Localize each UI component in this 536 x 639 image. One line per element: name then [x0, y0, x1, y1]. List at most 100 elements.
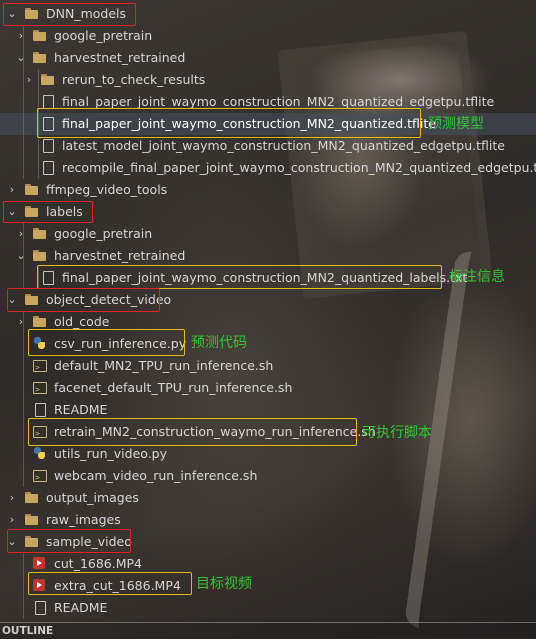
tree-item-label: harvestnet_retrained [54, 248, 186, 263]
indent-guide [23, 223, 24, 289]
tree-item-google-pretrain[interactable]: › google_pretrain [0, 25, 536, 47]
tree-item-label: final_paper_joint_waymo_construction_MN2… [62, 116, 436, 131]
tree-item-label: raw_images [46, 512, 121, 527]
tree-item-label: README [54, 402, 108, 417]
annotation-script-note: 可执行脚本 [362, 425, 432, 441]
tree-item-harvestnet-retrained[interactable]: ⌄ harvestnet_retrained [0, 245, 536, 267]
annotation-model-note: 预测模型 [428, 116, 484, 132]
indent-guide [38, 69, 39, 179]
tree-item-csv-run-inference[interactable]: csv_run_inference.py [0, 333, 536, 355]
file-icon [32, 403, 47, 417]
annotation-labels-note: 标注信息 [449, 269, 505, 285]
tree-item-label: cut_1686.MP4 [54, 556, 143, 571]
tree-item-label: object_detect_video [46, 292, 172, 307]
tree-item-label: labels [46, 204, 83, 219]
chevron-down-icon: ⌄ [16, 249, 26, 262]
folder-icon [24, 513, 39, 527]
folder-open-icon [32, 249, 47, 263]
tree-item-label: recompile_final_paper_joint_waymo_constr… [62, 160, 536, 175]
tree-item-label: csv_run_inference.py [54, 336, 187, 351]
terminal-icon [32, 423, 47, 445]
tree-item-label: old_code [54, 314, 110, 329]
outline-panel-header[interactable]: OUTLINE [0, 622, 536, 639]
chevron-right-icon: › [18, 227, 24, 240]
folder-open-icon [24, 535, 39, 549]
chevron-down-icon: ⌄ [7, 535, 17, 548]
tree-item-label: harvestnet_retrained [54, 50, 186, 65]
tree-item-rerun-to-check-results[interactable]: › rerun_to_check_results [0, 69, 536, 91]
annotation-video-note: 目标视频 [196, 576, 252, 592]
tree-item-label: final_paper_joint_waymo_construction_MN2… [62, 94, 495, 109]
tree-item-utils-run-video[interactable]: utils_run_video.py [0, 443, 536, 465]
tree-item-sample-video[interactable]: ⌄ sample_video [0, 531, 536, 553]
tree-item-old-code[interactable]: › old_code [0, 311, 536, 333]
tree-item-label: webcam_video_run_inference.sh [54, 468, 258, 483]
file-icon [40, 271, 55, 285]
folder-icon [32, 227, 47, 241]
tree-item-harvestnet-retrained[interactable]: ⌄ harvestnet_retrained [0, 47, 536, 69]
tree-item-label: utils_run_video.py [54, 446, 167, 461]
tree-item-output-images[interactable]: › output_images [0, 487, 536, 509]
file-icon [40, 139, 55, 153]
tree-item-raw-images[interactable]: › raw_images [0, 509, 536, 531]
tree-item-label: default_MN2_TPU_run_inference.sh [54, 358, 274, 373]
file-icon [40, 161, 55, 175]
video-file-icon [32, 557, 47, 571]
tree-item-default-mn2-sh[interactable]: default_MN2_TPU_run_inference.sh [0, 355, 536, 379]
tree-item-label: rerun_to_check_results [62, 72, 206, 87]
tree-item-readme[interactable]: README [0, 597, 536, 619]
chevron-right-icon: › [18, 29, 24, 42]
indent-guide [23, 25, 24, 179]
tree-item-facenet-sh[interactable]: facenet_default_TPU_run_inference.sh [0, 377, 536, 401]
tree-item-label: retrain_MN2_construction_waymo_run_infer… [54, 424, 376, 439]
chevron-right-icon: › [9, 491, 15, 504]
tree-item-edgetpu-tflite[interactable]: final_paper_joint_waymo_construction_MN2… [0, 91, 536, 113]
tree-item-latest-model-tflite[interactable]: latest_model_joint_waymo_construction_MN… [0, 135, 536, 157]
folder-icon [24, 491, 39, 505]
file-icon [32, 601, 47, 615]
indent-guide [23, 553, 24, 619]
python-icon [32, 337, 47, 351]
tree-item-label: ffmpeg_video_tools [46, 182, 168, 197]
chevron-right-icon: › [9, 183, 15, 196]
tree-item-recompile-tflite[interactable]: recompile_final_paper_joint_waymo_constr… [0, 157, 536, 179]
tree-item-dnn-models[interactable]: ⌄ DNN_models [0, 3, 536, 25]
tree-item-label: google_pretrain [54, 28, 153, 43]
chevron-right-icon: › [9, 513, 15, 526]
folder-open-icon [24, 205, 39, 219]
tree-item-cut-1686[interactable]: cut_1686.MP4 [0, 553, 536, 575]
file-icon [40, 95, 55, 109]
tree-item-google-pretrain[interactable]: › google_pretrain [0, 223, 536, 245]
chevron-right-icon: › [18, 315, 24, 328]
terminal-icon [32, 357, 47, 379]
chevron-down-icon: ⌄ [7, 7, 17, 20]
terminal-icon [32, 379, 47, 401]
tree-item-object-detect-video[interactable]: ⌄ object_detect_video [0, 289, 536, 311]
tree-item-label: DNN_models [46, 6, 127, 21]
python-icon [32, 447, 47, 461]
outline-title: OUTLINE [2, 625, 54, 637]
folder-open-icon [24, 293, 39, 307]
indent-guide [23, 311, 24, 487]
terminal-icon [32, 467, 47, 489]
folder-icon [40, 73, 55, 87]
tree-item-label: final_paper_joint_waymo_construction_MN2… [62, 270, 468, 285]
chevron-down-icon: ⌄ [7, 205, 17, 218]
video-file-icon [32, 579, 47, 593]
chevron-right-icon: › [26, 73, 32, 86]
tree-item-label: latest_model_joint_waymo_construction_MN… [62, 138, 505, 153]
tree-item-labels[interactable]: ⌄ labels [0, 201, 536, 223]
tree-item-readme[interactable]: README [0, 399, 536, 421]
folder-icon [32, 315, 47, 329]
tree-item-label: sample_video [46, 534, 132, 549]
tree-item-extra-cut-1686[interactable]: extra_cut_1686.MP4 [0, 575, 536, 597]
tree-item-label: extra_cut_1686.MP4 [54, 578, 181, 593]
chevron-down-icon: ⌄ [7, 293, 17, 306]
file-icon [40, 117, 55, 131]
tree-item-label: output_images [46, 490, 139, 505]
tree-item-webcam-sh[interactable]: webcam_video_run_inference.sh [0, 465, 536, 489]
tree-item-ffmpeg-video-tools[interactable]: › ffmpeg_video_tools [0, 179, 536, 201]
annotation-code-note: 预测代码 [191, 335, 247, 351]
tree-item-label: google_pretrain [54, 226, 153, 241]
tree-item-retrain-sh[interactable]: retrain_MN2_construction_waymo_run_infer… [0, 421, 536, 445]
